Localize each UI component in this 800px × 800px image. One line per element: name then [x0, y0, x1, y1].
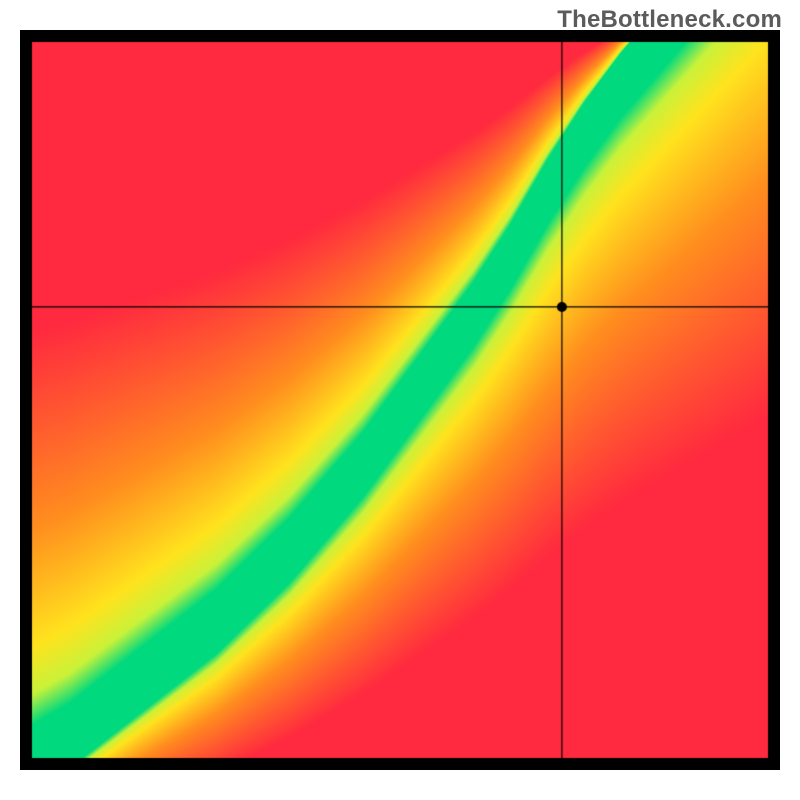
heatmap-canvas: [20, 30, 780, 770]
chart-plot-area: [20, 30, 780, 770]
